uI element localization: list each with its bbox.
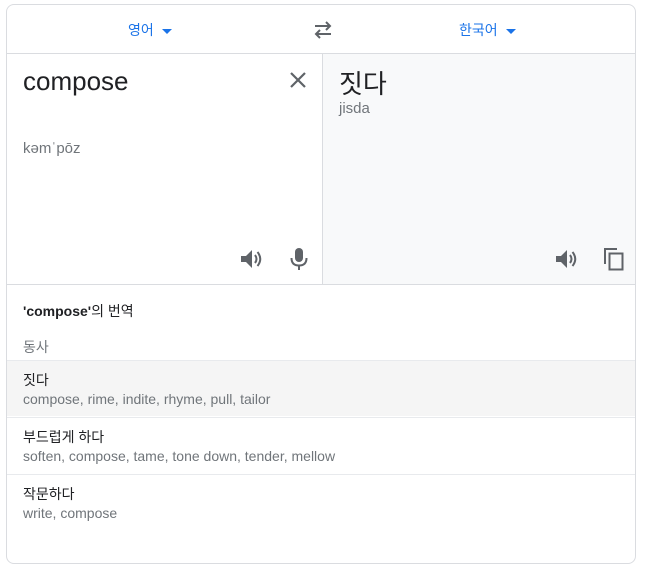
- dictionary-title-word: 'compose': [23, 303, 92, 319]
- language-bar: 영어 한국어: [7, 5, 635, 54]
- translation-romanization: jisda: [339, 100, 370, 117]
- entry-synonyms: write, compose: [23, 505, 118, 521]
- speaker-icon: [241, 250, 262, 268]
- translate-card: 영어 한국어 compose kəmˈpōz 짓다 jisda 'compose…: [6, 4, 636, 564]
- clear-text-button[interactable]: [287, 69, 309, 91]
- chevron-down-icon: [505, 28, 516, 34]
- list-item[interactable]: 부드럽게 하다 soften, compose, tame, tone down…: [7, 417, 635, 473]
- translation-panes: compose kəmˈpōz 짓다 jisda: [7, 54, 635, 285]
- copy-icon: [604, 248, 624, 271]
- source-language-selector[interactable]: 영어: [128, 19, 172, 41]
- translation-text: 짓다: [339, 69, 387, 99]
- target-language-label: 한국어: [459, 22, 498, 38]
- source-language-label: 영어: [128, 22, 154, 38]
- chevron-down-icon: [161, 28, 172, 34]
- copy-translation-button[interactable]: [601, 246, 627, 272]
- swap-icon: [314, 21, 332, 39]
- list-item[interactable]: 작문하다 write, compose: [7, 474, 635, 544]
- voice-input-button[interactable]: [286, 246, 312, 272]
- part-of-speech-label: 동사: [23, 339, 49, 355]
- target-listen-button[interactable]: [553, 246, 579, 272]
- source-phonetic: kəmˈpōz: [23, 140, 81, 157]
- source-listen-button[interactable]: [238, 246, 264, 272]
- list-item[interactable]: 짓다 compose, rime, indite, rhyme, pull, t…: [7, 360, 635, 416]
- close-icon: [290, 72, 306, 88]
- entry-word: 짓다: [23, 372, 49, 388]
- source-pane[interactable]: compose kəmˈpōz: [7, 54, 323, 284]
- entry-synonyms: compose, rime, indite, rhyme, pull, tail…: [23, 391, 271, 407]
- swap-languages-button[interactable]: [311, 19, 335, 41]
- target-language-selector[interactable]: 한국어: [459, 19, 516, 41]
- microphone-icon: [290, 248, 308, 270]
- entry-synonyms: soften, compose, tame, tone down, tender…: [23, 448, 336, 464]
- entry-word: 부드럽게 하다: [23, 429, 105, 445]
- dictionary-title: 'compose'의 번역: [23, 301, 134, 321]
- dictionary-title-suffix: 의 번역: [91, 303, 134, 319]
- source-text-input[interactable]: compose: [23, 66, 129, 97]
- speaker-icon: [556, 250, 577, 268]
- entry-word: 작문하다: [23, 486, 75, 502]
- target-pane: 짓다 jisda: [323, 54, 635, 284]
